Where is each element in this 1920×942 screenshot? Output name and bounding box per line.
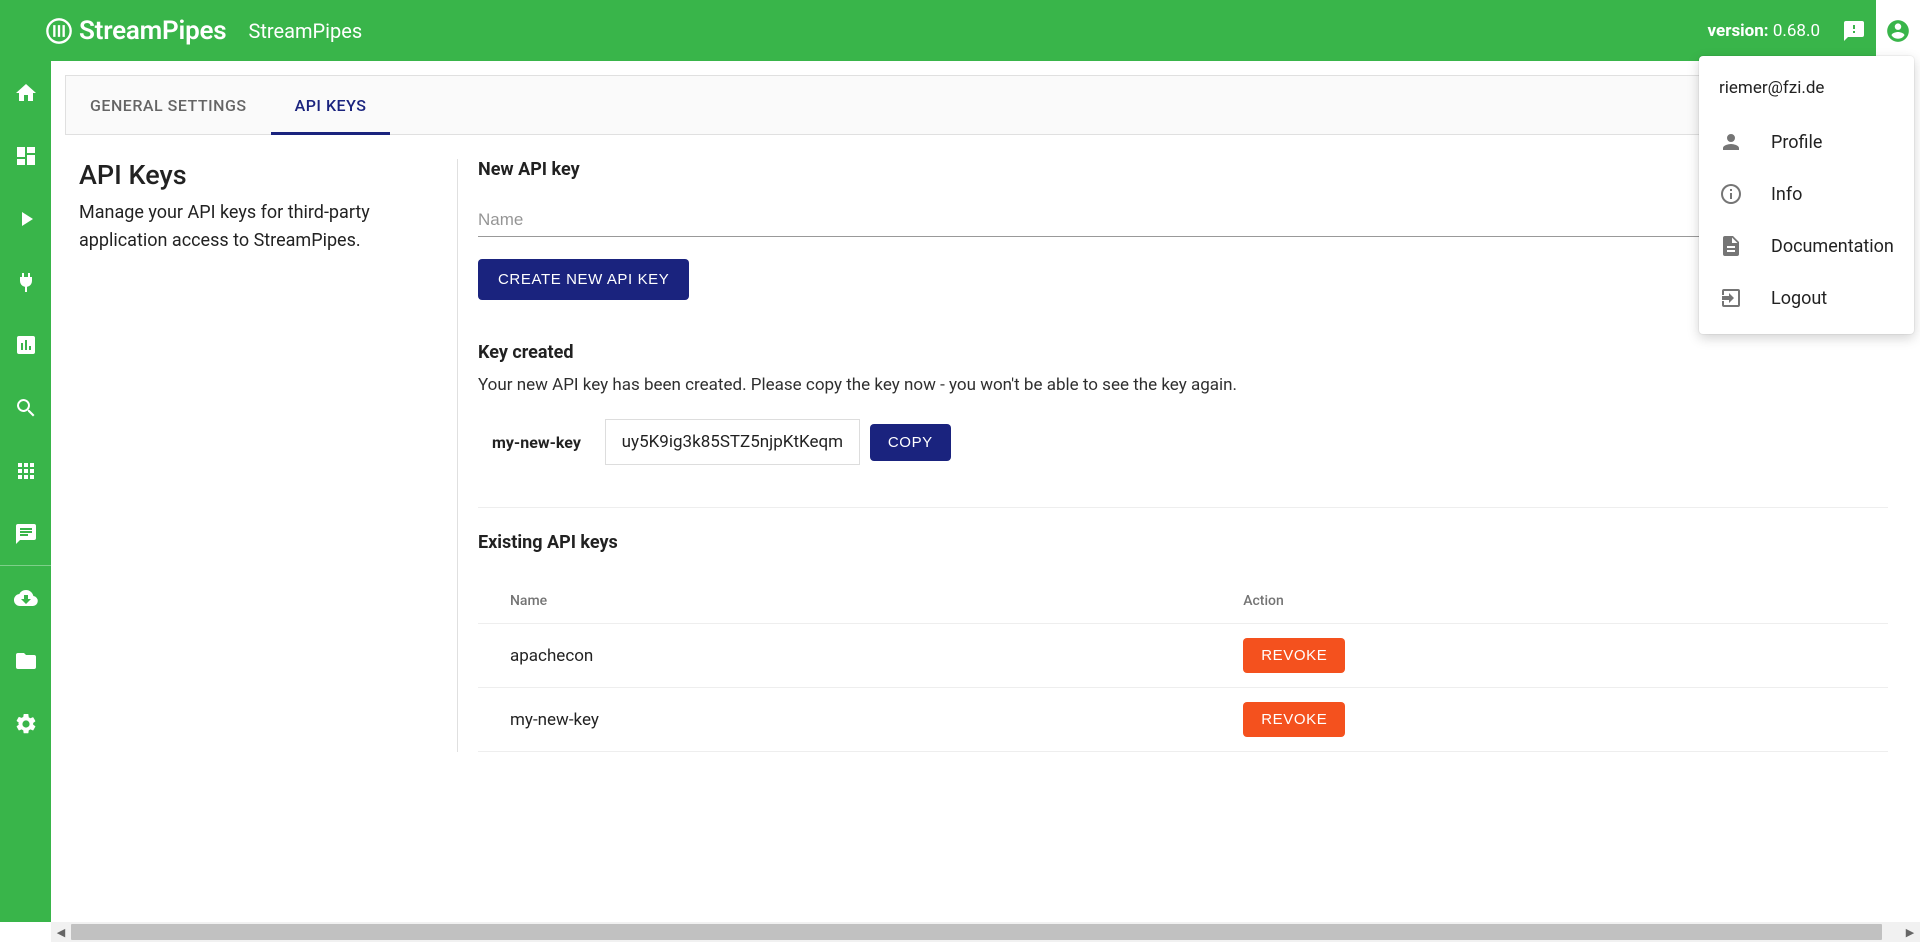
nav-power[interactable] <box>0 250 51 313</box>
page-info: API Keys Manage your API keys for third-… <box>79 159 457 752</box>
chart-icon <box>14 333 38 357</box>
menu-profile[interactable]: Profile <box>1699 116 1914 168</box>
nav-search[interactable] <box>0 376 51 439</box>
api-keys-panel: New API key CREATE NEW API KEY Key creat… <box>457 159 1892 752</box>
chat-icon <box>14 522 38 546</box>
page-title: API Keys <box>79 159 437 191</box>
user-menu: riemer@fzi.de Profile Info Documentation… <box>1699 56 1914 334</box>
key-row-name: apachecon <box>478 624 1211 688</box>
dashboard-icon <box>14 144 38 168</box>
menu-logout-label: Logout <box>1771 288 1827 309</box>
key-row-name: my-new-key <box>478 688 1211 752</box>
tab-api-keys[interactable]: API KEYS <box>271 76 391 134</box>
nav-play[interactable] <box>0 187 51 250</box>
scroll-thumb[interactable] <box>71 924 1882 940</box>
app-title: StreamPipes <box>248 19 362 43</box>
nav-dashboard[interactable] <box>0 124 51 187</box>
content-body: API Keys Manage your API keys for third-… <box>51 135 1920 776</box>
create-api-key-button[interactable]: CREATE NEW API KEY <box>478 259 689 300</box>
section-divider <box>478 507 1888 508</box>
created-key-name: my-new-key <box>478 433 595 452</box>
copy-key-button[interactable]: COPY <box>870 424 951 461</box>
account-button[interactable] <box>1876 0 1920 61</box>
revoke-button[interactable]: REVOKE <box>1243 702 1345 737</box>
scroll-right-arrow[interactable]: ▶ <box>1900 922 1920 942</box>
nav-chart[interactable] <box>0 313 51 376</box>
home-icon <box>14 81 38 105</box>
key-created-row: my-new-key uy5K9ig3k85STZ5njpKtKeqm COPY <box>478 419 1888 465</box>
nav-apps[interactable] <box>0 439 51 502</box>
nav-files[interactable] <box>0 629 51 692</box>
menu-info-label: Info <box>1771 184 1802 205</box>
api-key-name-input[interactable] <box>478 206 1888 237</box>
account-icon <box>1885 18 1911 44</box>
created-key-value: uy5K9ig3k85STZ5njpKtKeqm <box>605 419 860 465</box>
col-name: Name <box>478 579 1211 624</box>
cloud-download-icon <box>14 586 38 610</box>
brand-logo[interactable]: StreamPipes <box>0 16 226 46</box>
nav-home[interactable] <box>0 61 51 124</box>
folder-icon <box>14 649 38 673</box>
menu-logout[interactable]: Logout <box>1699 272 1914 324</box>
main-content: GENERAL SETTINGS API KEYS API Keys Manag… <box>51 61 1920 922</box>
nav-cloud[interactable] <box>0 566 51 629</box>
logout-icon <box>1719 286 1743 310</box>
menu-documentation-label: Documentation <box>1771 236 1894 257</box>
menu-profile-label: Profile <box>1771 132 1822 153</box>
play-icon <box>14 207 38 231</box>
streampipes-logo-icon <box>45 17 73 45</box>
gear-icon <box>14 712 38 736</box>
feedback-button[interactable] <box>1832 0 1876 61</box>
app-header: StreamPipes StreamPipes version: 0.68.0 <box>0 0 1920 61</box>
version-label: version: 0.68.0 <box>1708 21 1820 41</box>
version-value: 0.68.0 <box>1773 21 1820 41</box>
table-row: my-new-key REVOKE <box>478 688 1888 752</box>
new-api-key-title: New API key <box>478 159 1888 180</box>
scroll-track[interactable] <box>71 922 1900 942</box>
documentation-icon <box>1719 234 1743 258</box>
nav-settings[interactable] <box>0 692 51 755</box>
nav-chat[interactable] <box>0 502 51 565</box>
menu-documentation[interactable]: Documentation <box>1699 220 1914 272</box>
col-action: Action <box>1211 579 1888 624</box>
profile-icon <box>1719 130 1743 154</box>
existing-keys-title: Existing API keys <box>478 532 1888 553</box>
key-created-title: Key created <box>478 342 1888 363</box>
page-description: Manage your API keys for third-party app… <box>79 199 437 255</box>
apps-icon <box>14 459 38 483</box>
version-label-text: version: <box>1708 21 1769 41</box>
existing-keys-table: Name Action apachecon REVOKE my-new-key … <box>478 579 1888 752</box>
key-created-section: Key created Your new API key has been cr… <box>478 342 1888 465</box>
header-right: version: 0.68.0 <box>1708 0 1920 61</box>
info-icon <box>1719 182 1743 206</box>
scroll-left-arrow[interactable]: ◀ <box>51 922 71 942</box>
brand-name: StreamPipes <box>79 16 226 46</box>
horizontal-scrollbar[interactable]: ◀ ▶ <box>51 922 1920 942</box>
tab-general-settings[interactable]: GENERAL SETTINGS <box>66 76 271 134</box>
table-row: apachecon REVOKE <box>478 624 1888 688</box>
feedback-icon <box>1842 19 1866 43</box>
user-email: riemer@fzi.de <box>1699 66 1914 116</box>
plug-icon <box>14 270 38 294</box>
search-icon <box>14 396 38 420</box>
sidebar <box>0 61 51 922</box>
menu-info[interactable]: Info <box>1699 168 1914 220</box>
revoke-button[interactable]: REVOKE <box>1243 638 1345 673</box>
settings-tabs: GENERAL SETTINGS API KEYS <box>65 75 1906 135</box>
key-created-desc: Your new API key has been created. Pleas… <box>478 375 1888 395</box>
